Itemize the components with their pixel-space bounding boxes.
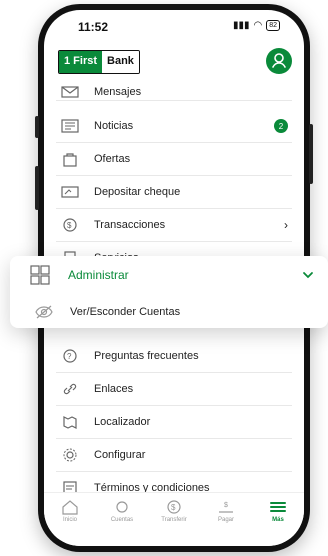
- status-bar: 11:52 ▮▮▮ ◠ 82: [44, 10, 304, 40]
- logo-prefix: 1 First: [59, 51, 103, 73]
- accounts-icon: [116, 501, 128, 513]
- profile-button[interactable]: [266, 48, 292, 74]
- menu-item-preguntas-frecuentes[interactable]: ? Preguntas frecuentes: [44, 340, 304, 372]
- tab-transferir[interactable]: $ Transferir: [149, 499, 199, 523]
- menu-item-label: Enlaces: [94, 383, 134, 395]
- ver-esconder-cuentas-label: Ver/Esconder Cuentas: [70, 306, 181, 318]
- home-icon: [62, 500, 78, 515]
- cheque-icon: [60, 182, 80, 202]
- phone-side-button: [309, 124, 313, 184]
- wifi-icon: ◠: [253, 20, 263, 31]
- menu-item-transacciones[interactable]: $ Transacciones ›: [44, 209, 304, 241]
- menu-item-label: Preguntas frecuentes: [94, 350, 199, 362]
- menu-item-label: Depositar cheque: [94, 186, 181, 198]
- menu-item-label: Noticias: [94, 120, 134, 132]
- menu-item-localizador[interactable]: Localizador: [44, 406, 304, 438]
- grid-icon: [30, 265, 50, 285]
- ver-esconder-cuentas-item[interactable]: Ver/Esconder Cuentas: [10, 298, 328, 326]
- status-icons: ▮▮▮ ◠ 82: [233, 20, 280, 31]
- menu-item-depositar-cheque[interactable]: Depositar cheque: [44, 176, 304, 208]
- pay-icon: $: [219, 502, 233, 513]
- svg-text:$: $: [67, 221, 72, 230]
- tab-inicio[interactable]: Inicio: [45, 499, 95, 523]
- menu-item-noticias[interactable]: Noticias 2: [44, 110, 304, 142]
- menu-item-mensajes[interactable]: Mensajes: [44, 76, 304, 108]
- eye-off-icon: [34, 302, 54, 322]
- battery-icon: 82: [266, 20, 280, 31]
- logo-name: Bank: [102, 51, 139, 73]
- signal-icon: ▮▮▮: [232, 20, 250, 31]
- menu-item-label: Localizador: [94, 416, 151, 428]
- administrar-label: Administrar: [68, 268, 129, 282]
- offers-icon: [60, 149, 80, 169]
- menu-item-label: Transacciones: [94, 219, 166, 231]
- svg-text:?: ?: [67, 352, 72, 361]
- transfer-icon: $: [167, 500, 181, 514]
- menu-item-label: Configurar: [94, 449, 146, 461]
- svg-text:$: $: [224, 502, 228, 509]
- tab-label: Inicio: [62, 517, 77, 523]
- menu-item-label: Ofertas: [94, 153, 131, 165]
- tab-label: Pagar: [217, 517, 234, 523]
- bottom-tab-bar: Inicio Cuentas $ Transferir $ Pagar Más: [44, 492, 304, 546]
- phone-side-button: [35, 166, 39, 210]
- administrar-dropdown: Administrar Ver/Esconder Cuentas: [10, 256, 328, 328]
- help-icon: ?: [60, 346, 80, 366]
- more-icon: [270, 502, 286, 512]
- divider: [56, 100, 292, 101]
- link-icon: [60, 379, 80, 399]
- tab-label: Transferir: [161, 517, 187, 523]
- chevron-right-icon: ›: [284, 218, 288, 232]
- tab-label: Cuentas: [110, 517, 134, 523]
- tab-pagar[interactable]: $ Pagar: [201, 499, 251, 523]
- phone-side-button: [35, 116, 39, 138]
- map-icon: [60, 412, 80, 432]
- bank-logo: 1 First Bank: [58, 50, 140, 74]
- tab-label: Más: [272, 517, 284, 523]
- menu-item-ofertas[interactable]: Ofertas: [44, 143, 304, 175]
- menu-item-configurar[interactable]: Configurar: [44, 439, 304, 471]
- tab-cuentas[interactable]: Cuentas: [97, 499, 147, 523]
- svg-text:$: $: [171, 503, 176, 512]
- menu-item-enlaces[interactable]: Enlaces: [44, 373, 304, 405]
- notification-badge: 2: [274, 119, 288, 133]
- status-time: 11:52: [78, 20, 109, 34]
- user-icon: [272, 53, 286, 68]
- tab-mas[interactable]: Más: [253, 499, 303, 523]
- chevron-down-icon: [302, 266, 314, 284]
- gear-icon: [60, 445, 80, 465]
- newspaper-icon: [60, 116, 80, 136]
- administrar-header[interactable]: Administrar: [10, 260, 328, 290]
- menu-item-label: Mensajes: [94, 86, 142, 98]
- envelope-icon: [60, 82, 80, 102]
- transactions-icon: $: [60, 215, 80, 235]
